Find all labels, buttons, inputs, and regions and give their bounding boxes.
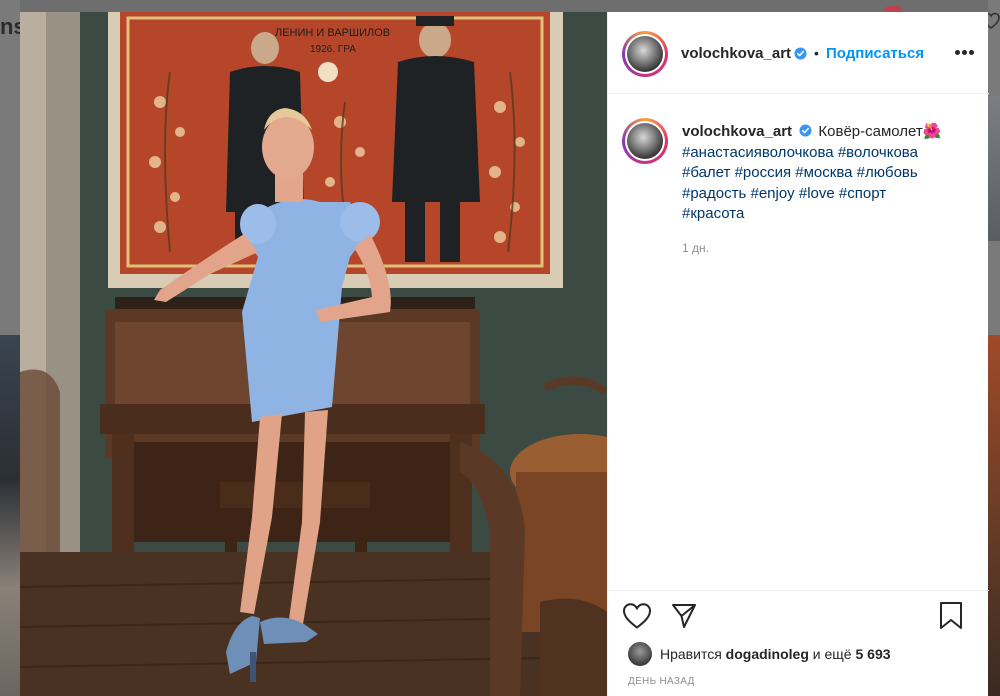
carpet-banner-text: ЛЕНИН И ВАРШИЛОВ xyxy=(275,27,390,39)
background-thumbnail-left xyxy=(0,335,20,696)
hashtag-link[interactable]: #россия xyxy=(735,164,792,181)
hashtag-link[interactable]: #балет xyxy=(682,164,730,181)
header-separator: • xyxy=(814,45,819,61)
background-logo-text: nsi xyxy=(0,14,20,39)
post-photo-scene: ЛЕНИН И ВАРШИЛОВ 1926. ГРА xyxy=(20,12,607,696)
hashtag-link[interactable]: #спорт xyxy=(839,185,886,202)
likes-prefix: Нравится xyxy=(660,646,722,662)
post-photo[interactable]: ЛЕНИН И ВАРШИЛОВ 1926. ГРА xyxy=(20,12,607,696)
caption-timestamp[interactable]: 1 дн. xyxy=(682,241,709,255)
liker-username[interactable]: dogadinoleg xyxy=(726,646,809,662)
author-avatar[interactable] xyxy=(622,31,668,77)
post-timestamp[interactable]: День назад xyxy=(628,676,695,687)
hashtag-link[interactable]: #красота xyxy=(682,205,744,222)
author-username[interactable]: volochkova_art xyxy=(681,45,791,62)
follow-button[interactable]: Подписаться xyxy=(826,45,924,62)
hashtag-link[interactable]: #москва xyxy=(795,164,852,181)
likes-count[interactable]: 5 693 xyxy=(855,646,890,662)
hashtag-link[interactable]: #анастасияволочкова xyxy=(682,144,834,161)
likes-middle: и ещё xyxy=(812,646,852,662)
post-header: volochkova_art • Подписаться xyxy=(608,12,989,94)
post-caption: volochkova_art Ковёр-самолет🌺 #анастасия… xyxy=(682,122,962,225)
hashtag-link[interactable]: #love xyxy=(799,185,835,202)
hashtag-link[interactable]: #волочкова xyxy=(838,144,918,161)
caption-author-avatar[interactable] xyxy=(622,118,668,164)
background-thumbnail-right-bottom xyxy=(988,335,1000,696)
bookmark-icon[interactable] xyxy=(938,601,964,631)
carpet-year-text: 1926. ГРА xyxy=(310,44,356,55)
caption-username[interactable]: volochkova_art xyxy=(682,123,792,140)
verified-badge-icon xyxy=(794,47,807,60)
more-options-icon[interactable] xyxy=(955,50,975,56)
send-paper-plane-icon[interactable] xyxy=(670,602,698,630)
liker-avatar[interactable] xyxy=(628,642,652,666)
caption-text: Ковёр-самолет🌺 xyxy=(818,123,942,140)
likes-summary: Нравится dogadinoleg и ещё 5 693 xyxy=(628,642,891,666)
hashtag-link[interactable]: #любовь xyxy=(857,164,918,181)
background-thumbnail-right-top xyxy=(988,96,1000,241)
post-actions-bar xyxy=(608,590,989,634)
post-side-panel: volochkova_art • Подписаться volochkova_… xyxy=(607,12,989,696)
caption-verified-badge-icon xyxy=(799,124,812,137)
post-modal: ЛЕНИН И ВАРШИЛОВ 1926. ГРА volochkova_ar… xyxy=(20,12,989,696)
hashtag-link[interactable]: #радость xyxy=(682,185,746,202)
hashtag-link[interactable]: #enjoy xyxy=(750,185,794,202)
heart-outline-icon[interactable] xyxy=(622,602,652,630)
